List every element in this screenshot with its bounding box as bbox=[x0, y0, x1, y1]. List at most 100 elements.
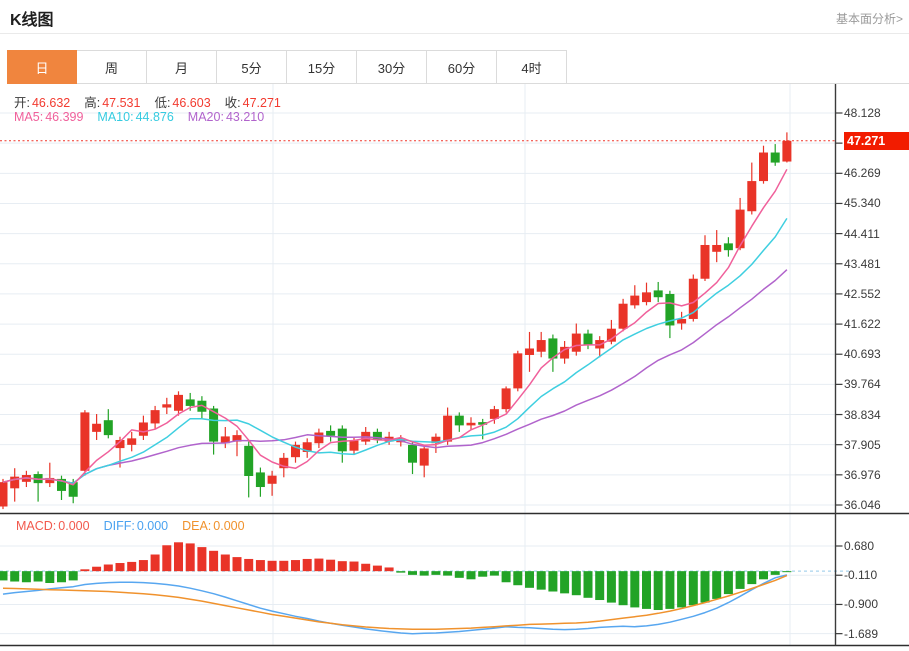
macd-bar bbox=[618, 571, 628, 606]
macd-bar bbox=[255, 560, 265, 572]
macd-bar bbox=[220, 554, 230, 572]
macd-bar bbox=[595, 571, 605, 601]
candle-body bbox=[127, 438, 137, 445]
candle-body bbox=[92, 423, 102, 432]
macd-bar bbox=[103, 564, 113, 572]
macd-y-axis-label: 0.680 bbox=[844, 539, 875, 553]
macd-bar bbox=[162, 545, 172, 572]
macd-bar bbox=[361, 563, 371, 572]
ohlc-close: 收: 47.271 bbox=[224, 96, 281, 110]
macd-histogram bbox=[0, 542, 792, 611]
macd-bar bbox=[21, 571, 31, 583]
macd-bar bbox=[583, 571, 593, 598]
macd-bar bbox=[349, 561, 359, 572]
candle-body bbox=[408, 444, 417, 463]
macd-diff: DIFF: 0.000 bbox=[103, 519, 169, 533]
macd-bar bbox=[478, 571, 488, 577]
macd-bar bbox=[723, 571, 733, 595]
main-y-axis-label: 39.764 bbox=[844, 377, 881, 392]
candle-body bbox=[770, 152, 780, 163]
macd-y-axis-label: -0.110 bbox=[844, 568, 878, 583]
macd-bar bbox=[396, 571, 406, 573]
macd-bar bbox=[431, 571, 441, 575]
macd-bar bbox=[712, 571, 722, 599]
macd-bar bbox=[548, 571, 558, 592]
candle-body bbox=[466, 422, 476, 426]
macd-bar bbox=[560, 571, 570, 594]
macd-bar bbox=[770, 571, 780, 575]
candle-body bbox=[267, 475, 277, 484]
macd-bar bbox=[606, 571, 616, 603]
macd-bar bbox=[489, 571, 499, 576]
main-y-axis-label: 38.834 bbox=[844, 407, 881, 422]
macd-bar bbox=[653, 571, 663, 611]
macd-bar bbox=[571, 571, 581, 596]
candle-body bbox=[700, 244, 710, 279]
macd-y-axis-label: -1.689 bbox=[844, 626, 879, 641]
macd-bar bbox=[302, 558, 312, 572]
main-y-axis-label: 43.481 bbox=[844, 256, 881, 271]
candle-body bbox=[735, 209, 745, 249]
candle-body bbox=[162, 404, 172, 408]
candle-body bbox=[525, 348, 534, 355]
macd-bar bbox=[10, 571, 20, 582]
ma-ma20: MA20: 43.210 bbox=[187, 110, 265, 124]
candle-body bbox=[782, 140, 792, 162]
macd-bar bbox=[782, 571, 792, 573]
candle-body bbox=[513, 353, 523, 389]
candle-body bbox=[536, 340, 546, 352]
macd-bar bbox=[759, 571, 768, 580]
macd-bar bbox=[443, 571, 453, 576]
macd-bar bbox=[209, 550, 219, 572]
candle-body bbox=[618, 303, 628, 329]
main-y-axis-label: 42.552 bbox=[844, 286, 881, 301]
macd-bar bbox=[466, 571, 476, 580]
main-y-axis-label: 46.269 bbox=[844, 166, 881, 181]
macd-bar bbox=[291, 560, 300, 572]
candle-body bbox=[712, 244, 722, 252]
main-y-axis-label: 44.411 bbox=[844, 226, 880, 241]
candle-body bbox=[583, 333, 593, 346]
macd-bar bbox=[57, 571, 66, 583]
macd-bar bbox=[115, 563, 125, 572]
ma-ma5: MA5: 46.399 bbox=[14, 110, 84, 124]
macd-bar bbox=[501, 571, 511, 583]
kline-widget: K线图 基本面分析> 日周月 5分 15分 30分 60分 4时 开: 46.632 高: 47… bbox=[0, 0, 909, 651]
macd-bar bbox=[150, 554, 160, 572]
macd-bar bbox=[267, 560, 277, 572]
candle-body bbox=[314, 432, 324, 444]
candle-body bbox=[747, 181, 757, 212]
candle-body bbox=[419, 448, 429, 466]
macd-bar bbox=[80, 569, 90, 572]
macd-bar bbox=[525, 571, 534, 588]
macd-bar bbox=[314, 558, 324, 572]
candle-body bbox=[723, 243, 733, 251]
macd-bar bbox=[454, 571, 464, 578]
macd-bar bbox=[337, 561, 347, 572]
macd-bar bbox=[0, 571, 8, 581]
macd-legend: MACD: 0.000 DIFF: 0.000 DEA: 0.000 bbox=[16, 519, 259, 533]
macd-bar bbox=[372, 565, 382, 572]
candle-body bbox=[150, 410, 160, 424]
main-y-axis-label: 37.905 bbox=[844, 437, 881, 452]
macd-bar bbox=[700, 571, 710, 603]
candle-body bbox=[653, 290, 663, 298]
candle-body bbox=[337, 428, 347, 452]
candle-body bbox=[103, 420, 113, 436]
macd-y-axis-label: -0.900 bbox=[844, 597, 879, 612]
main-y-axis-label: 41.622 bbox=[844, 317, 881, 332]
candle-body bbox=[759, 152, 768, 182]
macd-bar bbox=[408, 571, 417, 575]
main-y-axis-label: 45.340 bbox=[844, 196, 881, 211]
candle-body bbox=[185, 399, 195, 406]
ma-ma10: MA10: 44.876 bbox=[97, 110, 174, 124]
candle-body bbox=[501, 388, 511, 410]
macd-bar bbox=[33, 571, 43, 582]
macd-macd: MACD: 0.000 bbox=[16, 519, 90, 533]
macd-bar bbox=[642, 571, 651, 609]
main-y-axis-label: 36.046 bbox=[844, 498, 881, 512]
macd-bar bbox=[45, 571, 55, 583]
candle-body bbox=[80, 412, 90, 471]
macd-bar bbox=[688, 571, 698, 606]
macd-bar bbox=[384, 567, 394, 572]
